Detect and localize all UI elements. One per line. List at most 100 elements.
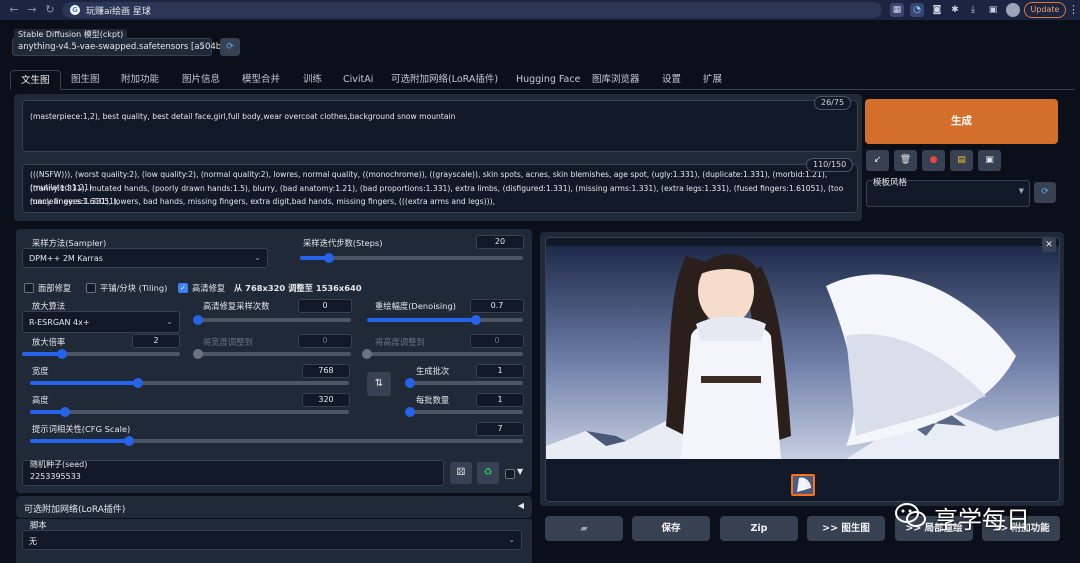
cfg-input[interactable]: 7 xyxy=(476,422,524,436)
width-input[interactable]: 768 xyxy=(302,364,350,378)
tab-train[interactable]: 训练 xyxy=(293,70,332,90)
tab-extras[interactable]: 附加功能 xyxy=(111,70,169,90)
batch-size-input[interactable]: 1 xyxy=(476,393,524,407)
recycle-icon[interactable]: ♻ xyxy=(477,462,499,484)
chevron-down-icon: ▼ xyxy=(1018,187,1024,195)
tab-image-browser[interactable]: 图库浏览器 xyxy=(582,70,650,90)
open-folder-button[interactable]: ▰ xyxy=(545,516,623,541)
upscaler-select[interactable]: R-ESRGAN 4x+ ⌄ xyxy=(22,311,180,333)
sidebar-icon[interactable]: ▣ xyxy=(986,3,1000,17)
positive-prompt-input[interactable]: (masterpiece:1,2), best quality, best de… xyxy=(22,100,858,152)
thumbnail-image xyxy=(793,476,813,494)
puzzle-icon[interactable]: ✱ xyxy=(948,3,962,17)
hires-steps-input[interactable]: 0 xyxy=(298,299,352,313)
tab-civitai[interactable]: CivitAi xyxy=(333,70,383,90)
batch-count-slider[interactable] xyxy=(405,378,523,388)
tiling-checkbox[interactable] xyxy=(86,283,96,293)
model-label: Stable Diffusion 模型(ckpt) xyxy=(14,29,128,41)
lora-accordion-label: 可选附加网络(LoRA插件) xyxy=(24,505,126,515)
colorful-extension-icon[interactable]: ◔ xyxy=(910,3,924,17)
refresh-model-button[interactable]: ⟳ xyxy=(220,38,240,56)
positive-token-counter: 26/75 xyxy=(814,96,852,110)
send-to-img2img-button[interactable]: >> 图生图 xyxy=(807,516,885,541)
tab-png-info[interactable]: 图片信息 xyxy=(172,70,230,90)
update-button[interactable]: Update xyxy=(1024,2,1066,18)
more-menu-icon[interactable]: ⋮ xyxy=(1068,2,1079,18)
browser-toolbar: ← → ↻ G 玩赚ai绘画 星球 ▦ ◔ ◙ ✱ ⤓ ▣ Update ⋮ xyxy=(0,0,1080,20)
denoising-label: 重绘幅度(Denoising) xyxy=(375,301,456,311)
swap-dimensions-icon[interactable]: ⇅ xyxy=(367,372,391,396)
gallery-thumbnail[interactable] xyxy=(791,474,815,496)
dice-icon[interactable]: ⚄ xyxy=(450,462,472,484)
resize-height-input[interactable]: 0 xyxy=(470,334,524,348)
tab-txt2img[interactable]: 文生图 xyxy=(10,70,61,90)
address-bar[interactable]: G 玩赚ai绘画 星球 xyxy=(62,2,882,18)
generated-image[interactable] xyxy=(546,246,1059,459)
extension-icon[interactable]: ▦ xyxy=(890,3,904,17)
hires-fix-checkbox[interactable]: ✓ xyxy=(178,283,188,293)
download-icon[interactable]: ⤓ xyxy=(966,3,980,17)
height-slider[interactable] xyxy=(30,407,349,417)
save-button[interactable]: 保存 xyxy=(632,516,710,541)
resize-height-slider[interactable] xyxy=(362,349,523,359)
expand-seed-icon[interactable]: ▼ xyxy=(517,467,523,476)
forward-icon[interactable]: → xyxy=(24,2,40,18)
zip-button[interactable]: Zip xyxy=(720,516,798,541)
hires-info: 从 768x320 调整至 1536x640 xyxy=(234,283,362,293)
positive-prompt-text: (masterpiece:1,2), best quality, best de… xyxy=(30,112,456,121)
upscale-by-slider[interactable] xyxy=(22,349,180,359)
back-icon[interactable]: ← xyxy=(6,2,22,18)
hires-fix-label: 高清修复 xyxy=(192,283,226,293)
show-extra-networks-icon[interactable]: ● xyxy=(922,150,945,171)
watermark-text: 享学每日 xyxy=(934,506,1030,534)
reload-icon[interactable]: ↻ xyxy=(42,2,58,18)
cfg-slider[interactable] xyxy=(30,436,523,446)
script-value: 无 xyxy=(29,537,37,546)
seed-value: 2253395533 xyxy=(30,472,81,481)
hires-steps-slider[interactable] xyxy=(193,315,351,325)
generation-settings-panel xyxy=(16,229,532,493)
sampler-select[interactable]: DPM++ 2M Karras ⌄ xyxy=(22,248,268,268)
negative-token-counter: 110/150 xyxy=(806,158,854,172)
batch-count-input[interactable]: 1 xyxy=(476,364,524,378)
cfg-label: 提示词相关性(CFG Scale) xyxy=(32,424,131,434)
resize-width-slider[interactable] xyxy=(193,349,351,359)
tab-img2img[interactable]: 图生图 xyxy=(61,70,110,90)
folder-icon: ▰ xyxy=(580,523,588,534)
address-text: 玩赚ai绘画 星球 xyxy=(86,7,151,17)
negative-prompt-input[interactable]: (((NSFW))), (worst quality:2), (low qual… xyxy=(22,164,858,213)
tab-settings[interactable]: 设置 xyxy=(652,70,691,90)
script-select[interactable]: 无 ⌄ xyxy=(22,530,522,550)
close-icon[interactable]: ✕ xyxy=(1042,238,1056,252)
batch-size-slider[interactable] xyxy=(405,407,523,417)
trash-icon[interactable]: 🗑 xyxy=(894,150,917,171)
avatar[interactable] xyxy=(1006,3,1020,17)
chevron-down-icon: ⌄ xyxy=(199,41,206,50)
chevron-down-icon: ⌄ xyxy=(508,535,515,544)
camera-icon[interactable]: ◙ xyxy=(930,3,944,17)
face-restore-checkbox[interactable] xyxy=(24,283,34,293)
upscale-by-input[interactable]: 2 xyxy=(132,334,180,348)
generate-button[interactable]: 生成 xyxy=(865,99,1058,144)
steps-slider[interactable] xyxy=(300,253,523,263)
denoising-input[interactable]: 0.7 xyxy=(470,299,524,313)
upscaler-value: R-ESRGAN 4x+ xyxy=(29,318,90,327)
extra-seed-checkbox[interactable] xyxy=(505,469,515,479)
tab-checkpoint-merger[interactable]: 模型合并 xyxy=(232,70,290,90)
clipboard-icon[interactable]: ▤ xyxy=(950,150,973,171)
denoising-slider[interactable] xyxy=(367,315,523,325)
tab-extensions[interactable]: 扩展 xyxy=(693,70,732,90)
refresh-styles-button[interactable]: ⟳ xyxy=(1034,182,1056,203)
upscale-by-label: 放大倍率 xyxy=(32,337,66,347)
lora-accordion[interactable]: 可选附加网络(LoRA插件) ◀ xyxy=(16,496,532,518)
resize-width-input[interactable]: 0 xyxy=(298,334,352,348)
tab-lora-network[interactable]: 可选附加网络(LoRA插件) xyxy=(381,70,508,90)
tab-hugging-face[interactable]: Hugging Face xyxy=(506,70,590,90)
seed-input[interactable]: 随机种子(seed) 2253395533 xyxy=(22,460,444,486)
steps-input[interactable]: 20 xyxy=(476,235,524,249)
width-slider[interactable] xyxy=(30,378,349,388)
read-params-icon[interactable]: ↙ xyxy=(866,150,889,171)
save-style-icon[interactable]: ▣ xyxy=(978,150,1001,171)
height-input[interactable]: 320 xyxy=(302,393,350,407)
wechat-logo-icon xyxy=(895,503,926,527)
